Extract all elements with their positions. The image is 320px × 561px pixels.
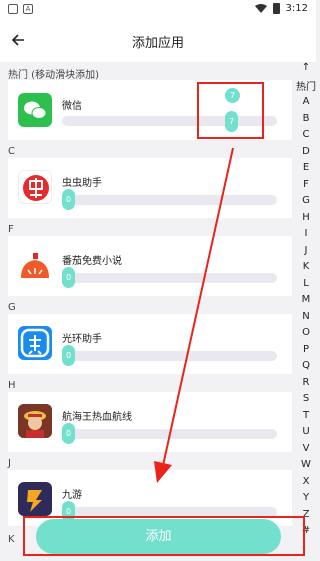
index-item-g[interactable]: G bbox=[296, 195, 316, 206]
index-item-h[interactable]: H bbox=[296, 212, 316, 223]
jiuyou-icon bbox=[18, 482, 52, 516]
battery-icon bbox=[272, 3, 280, 14]
app-a-icon: A bbox=[23, 4, 33, 14]
chongchong-icon bbox=[18, 170, 52, 204]
wechat-icon bbox=[18, 93, 52, 127]
index-item-e[interactable]: E bbox=[296, 162, 316, 173]
index-item-d[interactable]: D bbox=[296, 146, 316, 157]
app-slider-track[interactable] bbox=[62, 507, 277, 517]
index-item-v[interactable]: V bbox=[296, 443, 316, 454]
section-header-c: C bbox=[8, 146, 15, 157]
section-header-g: G bbox=[8, 302, 16, 313]
index-item-w[interactable]: W bbox=[296, 459, 316, 470]
app-name: 微信 bbox=[62, 101, 82, 112]
app-slider-thumb[interactable]: 7 bbox=[225, 111, 238, 132]
index-item-f[interactable]: F bbox=[296, 179, 316, 190]
index-item-x[interactable]: X bbox=[296, 476, 316, 487]
app-name: 虫虫助手 bbox=[62, 178, 102, 189]
index-item-s[interactable]: S bbox=[296, 393, 316, 404]
app-header: 添加应用 bbox=[0, 20, 316, 62]
notification-icon bbox=[8, 4, 18, 14]
index-item-u[interactable]: U bbox=[296, 426, 316, 437]
app-slider-thumb[interactable]: 0 bbox=[62, 267, 75, 288]
index-item-l[interactable]: L bbox=[296, 278, 316, 289]
app-slider-thumb[interactable]: 0 bbox=[62, 189, 75, 210]
app-slider-track[interactable] bbox=[62, 351, 277, 361]
status-time: 3:12 bbox=[285, 3, 308, 14]
app-slider-thumb[interactable]: 0 bbox=[62, 345, 75, 366]
index-item-n[interactable]: N bbox=[296, 311, 316, 322]
guanghuan-icon bbox=[18, 326, 52, 360]
index-item-c[interactable]: C bbox=[296, 129, 316, 140]
index-top-arrow[interactable]: ↑ bbox=[296, 62, 316, 73]
app-name: 航海王热血航线 bbox=[62, 412, 132, 423]
index-item-hot[interactable]: 热门 bbox=[296, 78, 316, 93]
app-name: 番茄免费小说 bbox=[62, 256, 122, 267]
hot-section-label: 热门 (移动滑块添加) bbox=[8, 70, 99, 81]
index-item-k[interactable]: K bbox=[296, 261, 316, 272]
add-button[interactable]: 添加 bbox=[36, 519, 281, 554]
status-bar: A 3:12 bbox=[0, 0, 316, 20]
section-header-h: H bbox=[8, 380, 16, 391]
app-row-onepiece: 航海王热血航线 0 bbox=[8, 392, 292, 452]
app-row-jiuyou: 九游 0 bbox=[8, 470, 292, 526]
index-item-b[interactable]: B bbox=[296, 113, 316, 124]
app-name: 光环助手 bbox=[62, 334, 102, 345]
index-item-q[interactable]: Q bbox=[296, 360, 316, 371]
index-item-hash[interactable]: # bbox=[296, 525, 316, 536]
wifi-icon bbox=[254, 4, 267, 13]
app-slider-track[interactable] bbox=[62, 429, 277, 439]
app-row-guanghuan: 光环助手 0 bbox=[8, 314, 292, 374]
section-header-j: J bbox=[8, 458, 11, 469]
index-item-z[interactable]: Z bbox=[296, 509, 316, 520]
index-item-o[interactable]: O bbox=[296, 327, 316, 338]
index-item-t[interactable]: T bbox=[296, 410, 316, 421]
onepiece-game-icon bbox=[18, 404, 52, 438]
app-row-wechat: 微信 7 7 bbox=[8, 80, 292, 140]
app-slider-track[interactable] bbox=[62, 195, 277, 205]
app-slider-track[interactable] bbox=[62, 273, 277, 283]
app-slider-track[interactable] bbox=[62, 116, 277, 126]
section-header-f: F bbox=[8, 224, 14, 235]
index-item-y[interactable]: Y bbox=[296, 492, 316, 503]
index-item-a[interactable]: A bbox=[296, 96, 316, 107]
app-slider-preview-bubble: 7 bbox=[225, 88, 240, 103]
app-row-chongchong: 虫虫助手 0 bbox=[8, 158, 292, 218]
index-item-i[interactable]: I bbox=[296, 228, 316, 239]
section-header-k: K bbox=[8, 534, 15, 545]
tomato-novel-icon bbox=[18, 248, 52, 282]
app-slider-thumb[interactable]: 0 bbox=[62, 423, 75, 444]
index-item-p[interactable]: P bbox=[296, 344, 316, 355]
app-name: 九游 bbox=[62, 490, 82, 501]
index-item-m[interactable]: M bbox=[296, 294, 316, 305]
app-row-fanqie: 番茄免费小说 0 bbox=[8, 236, 292, 296]
index-item-r[interactable]: R bbox=[296, 377, 316, 388]
page-title: 添加应用 bbox=[131, 36, 184, 51]
index-item-j[interactable]: J bbox=[296, 245, 316, 256]
